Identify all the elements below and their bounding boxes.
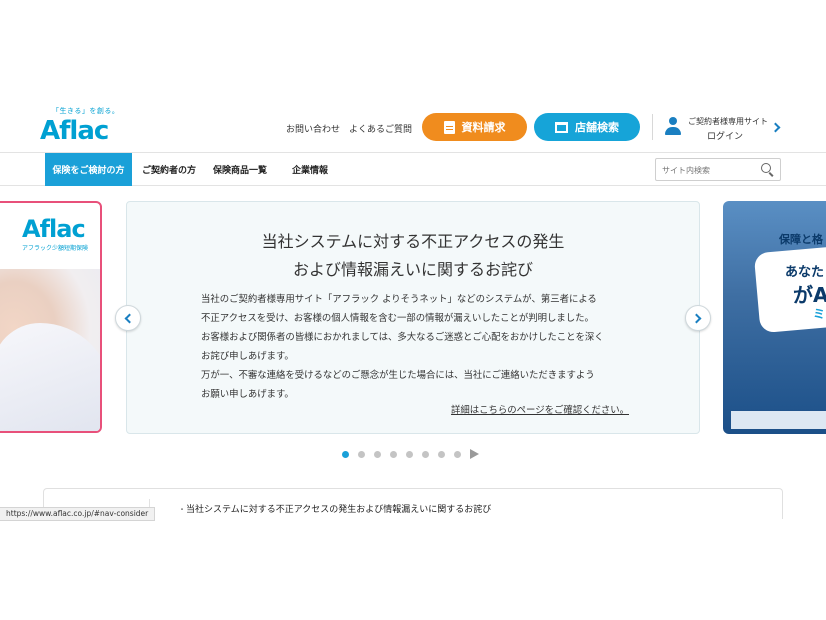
notice-title-line2: および情報漏えいに関するお詫び <box>292 260 533 279</box>
search-icon[interactable] <box>761 163 774 176</box>
news-item-link[interactable]: 当社システムに対する不正アクセスの発生および情報漏えいに関するお詫び <box>186 502 491 515</box>
notice-details-link[interactable]: 詳細はこちらのページをご確認ください。 <box>451 402 629 416</box>
contact-link[interactable]: お問い合わせ <box>286 122 340 135</box>
chevron-left-icon <box>124 313 135 324</box>
member-site-label: ご契約者様専用サイト <box>688 117 768 126</box>
slide-right-text-1: あなた <box>785 265 825 280</box>
carousel-dot[interactable] <box>390 450 397 458</box>
nav-item-considering[interactable]: 保険をご検討の方 <box>45 153 132 186</box>
nav-item-corporate[interactable]: 企業情報 <box>292 153 328 186</box>
carousel-dot[interactable] <box>422 450 429 458</box>
member-login-label: ログイン <box>707 132 744 142</box>
nav-item-policyholders[interactable]: ご契約者の方 <box>142 153 196 186</box>
notice-body-line: 当社のご契約者様専用サイト「アフラック よりそうネット」などのシステムが、第三者… <box>201 294 597 305</box>
faq-link[interactable]: よくあるご質問 <box>349 122 412 135</box>
baby-blanket <box>0 323 100 431</box>
store-search-label: 店舗検索 <box>575 121 619 134</box>
chevron-right-icon <box>691 313 702 324</box>
notice-body-line: 万が一、不審な連絡を受けるなどのご懸念が生じた場合には、当社にご連絡いただきます… <box>201 370 595 381</box>
request-docs-button[interactable]: 資料請求 <box>422 113 527 141</box>
notice-body: 当社のご契約者様専用サイト「アフラック よりそうネット」などのシステムが、第三者… <box>201 290 641 404</box>
carousel-pagination <box>342 449 479 459</box>
search-input[interactable] <box>662 163 758 177</box>
store-search-button[interactable]: 店舗検索 <box>534 113 640 141</box>
slide-right-heading: 保障と格 <box>779 233 823 246</box>
slide-brand-subtitle: アフラック少額短期保険 <box>22 245 89 252</box>
notice-body-line: 不正アクセスを受け、お客様の個人情報を含む一部の情報が漏えいしたことが判明しまし… <box>201 313 594 324</box>
site-search <box>655 158 781 181</box>
carousel-dot[interactable] <box>438 450 445 458</box>
carousel-slide-notice: 当社システムに対する不正アクセスの発生 および情報漏えいに関するお詫び 当社のご… <box>126 201 700 434</box>
carousel-dot[interactable] <box>454 450 461 458</box>
slide-right-text-2: がA <box>793 283 826 307</box>
store-icon <box>555 121 568 133</box>
nav-item-products[interactable]: 保険商品一覧 <box>213 153 267 186</box>
carousel-dot[interactable] <box>374 450 381 458</box>
site-header: 「生きる」を創る。 Aflac お問い合わせ よくあるご質問 資料請求 店舗検索… <box>0 100 826 152</box>
slide-right-text-3: ミ <box>813 307 826 321</box>
carousel-slide-previous[interactable]: Aflac アフラック少額短期保険 <box>0 201 102 433</box>
slide-right-footer <box>731 411 826 429</box>
logo-wordmark: Aflac <box>40 116 109 146</box>
header-divider <box>652 114 653 140</box>
slide-brand: Aflac <box>22 215 86 243</box>
chevron-right-icon <box>770 122 781 133</box>
carousel-slide-next[interactable]: 保障と格 あなた がA ミ <box>723 201 826 434</box>
user-icon <box>664 116 682 136</box>
notice-body-line: お客様および関係者の皆様におかれましては、多大なるご迷惑とご心配をおかけしたこと… <box>201 332 604 343</box>
notice-title-line1: 当社システムに対する不正アクセスの発生 <box>261 232 565 251</box>
page-blank-area <box>0 519 826 620</box>
global-nav: 保険をご検討の方 ご契約者の方 保険商品一覧 企業情報 <box>0 152 826 186</box>
play-icon[interactable] <box>470 449 479 459</box>
notice-body-line: お詫び申しあげます。 <box>201 351 294 362</box>
aflac-logo[interactable]: 「生きる」を創る。 Aflac <box>40 106 119 146</box>
carousel-dot[interactable] <box>342 450 349 458</box>
carousel-prev-button[interactable] <box>115 305 141 331</box>
news-bullet: ・ <box>178 505 186 514</box>
request-docs-label: 資料請求 <box>461 121 506 134</box>
carousel-next-button[interactable] <box>685 305 711 331</box>
carousel-dot[interactable] <box>358 450 365 458</box>
carousel-dot[interactable] <box>406 450 413 458</box>
logo-tagline: 「生きる」を創る。 <box>52 107 120 115</box>
status-bar-url: https://www.aflac.co.jp/#nav-consider <box>0 507 156 521</box>
document-icon <box>443 120 455 134</box>
